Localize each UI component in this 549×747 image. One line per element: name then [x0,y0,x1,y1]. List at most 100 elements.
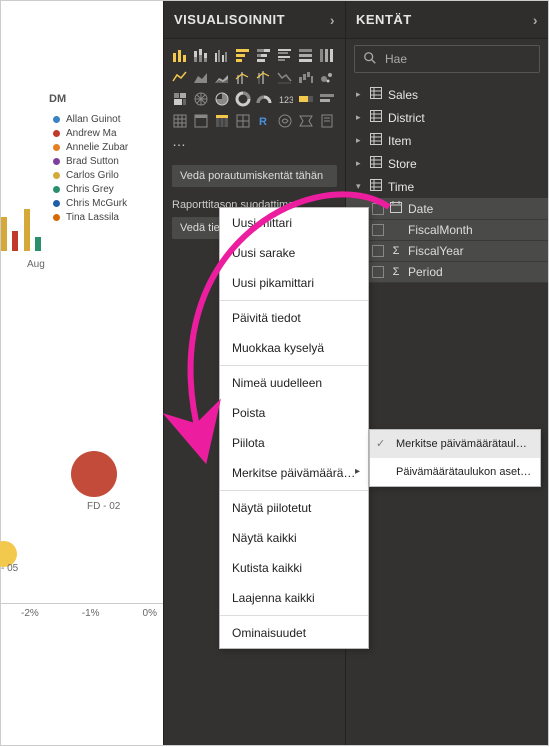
fields-field-row[interactable]: ΣPeriod [346,262,548,283]
legend-item[interactable]: Tina Lassila [53,212,128,223]
drill-fields-well[interactable]: Vedä porautumiskentät tähän [172,165,337,187]
context-menu-item[interactable]: Merkitse päivämäärä… [220,458,368,488]
visualization-type-icon[interactable] [212,111,231,131]
legend-color-dot [53,186,60,193]
fields-table-row[interactable]: ▾Time [346,175,548,198]
svg-text:123: 123 [279,95,293,105]
context-menu-item[interactable]: Poista [220,398,368,428]
legend-item[interactable]: Chris Grey [53,184,128,195]
visualization-type-icon[interactable] [275,67,294,87]
legend-color-dot [53,200,60,207]
legend-item[interactable]: Allan Guinot [53,114,128,125]
sigma-icon: Σ [390,245,402,257]
field-checkbox[interactable] [372,224,384,236]
context-menu-item[interactable]: Uusi mittari [220,208,368,238]
fields-table-row[interactable]: ▸Store [346,152,548,175]
fields-field-row[interactable]: Date [346,198,548,220]
context-menu-item[interactable]: Näytä kaikki [220,523,368,553]
fields-table-row[interactable]: ▸Sales [346,83,548,106]
context-menu-item[interactable]: Nimeä uudelleen [220,368,368,398]
visualization-type-icon[interactable] [191,45,210,65]
scatter-point-label: FD - 02 [87,501,120,512]
more-visuals-button[interactable]: … [164,131,345,153]
visualization-type-icon[interactable]: 123 [275,89,294,109]
visualization-type-icon[interactable] [170,89,189,109]
visualization-type-icon[interactable] [317,89,336,109]
menu-separator [220,300,368,301]
context-menu-item[interactable]: Muokkaa kyselyä [220,333,368,363]
visualization-type-icon[interactable] [317,111,336,131]
visualization-type-icon[interactable] [191,89,210,109]
visualization-type-icon[interactable] [191,111,210,131]
legend-color-dot [53,130,60,137]
legend-item[interactable]: Carlos Grilo [53,170,128,181]
legend-color-dot [53,116,60,123]
visualization-type-icon[interactable] [233,111,252,131]
scatter-point-large [71,451,117,497]
visualization-type-icon[interactable] [233,89,252,109]
visualization-type-icon[interactable] [254,89,273,109]
legend-item[interactable]: Annelie Zubar [53,142,128,153]
field-name: FiscalYear [408,244,464,258]
collapse-icon[interactable]: › [533,12,538,28]
legend-item[interactable]: Brad Sutton [53,156,128,167]
visualization-type-icon[interactable] [212,67,231,87]
visualization-type-icon[interactable] [212,45,231,65]
field-checkbox[interactable] [372,266,384,278]
mini-bar-chart [1,209,43,251]
legend-item[interactable]: Andrew Ma [53,128,128,139]
context-menu-item[interactable]: Ominaisuudet [220,618,368,648]
visualization-type-icon[interactable] [296,89,315,109]
fields-field-row[interactable]: Σ FiscalYear [346,241,548,262]
scatter-point-label-2: - 05 [1,563,18,574]
context-menu-item[interactable]: Uusi pikamittari [220,268,368,298]
visualization-type-icon[interactable] [212,89,231,109]
visualization-type-icon[interactable] [233,67,252,87]
fields-title: KENTÄT [356,12,412,27]
field-checkbox[interactable] [372,245,384,257]
fields-search[interactable]: Hae [354,45,540,73]
context-menu-item[interactable]: Päivitä tiedot [220,303,368,333]
visualizations-header[interactable]: VISUALISOINNIT › [164,1,345,39]
fields-field-row[interactable]: FiscalMonth [346,220,548,241]
submenu-item-label: Päivämäärätaulukon asetukset [396,466,540,478]
submenu-item-label: Merkitse päivämäärätaulukoksi [396,438,540,450]
visualization-type-icon[interactable] [170,67,189,87]
expand-caret-icon: ▸ [356,158,364,169]
visualization-type-icon[interactable] [296,45,315,65]
visualization-type-icon[interactable] [317,45,336,65]
visualization-type-icon[interactable] [170,111,189,131]
context-menu-item[interactable]: Kutista kaikki [220,553,368,583]
visualization-type-icon[interactable] [296,67,315,87]
legend-list: Allan Guinot Andrew Ma Annelie Zubar Brad S… [53,111,128,226]
fields-list: ▸Sales▸District▸Item▸Store▾TimeDateFisca… [346,79,548,287]
legend-color-dot [53,144,60,151]
fields-table-row[interactable]: ▸Item [346,129,548,152]
visualization-type-icon[interactable] [191,67,210,87]
fields-header[interactable]: KENTÄT › [346,1,548,39]
visualization-type-icon[interactable] [296,111,315,131]
field-checkbox[interactable] [372,203,384,215]
submenu-item[interactable]: Päivämäärätaulukon asetukset [370,458,540,486]
visualization-type-icon[interactable] [317,67,336,87]
fields-table-row[interactable]: ▸District [346,106,548,129]
visualization-type-icon[interactable] [170,45,189,65]
visualization-type-icon[interactable] [254,45,273,65]
visualization-type-icon[interactable] [275,111,294,131]
visualization-type-icon[interactable] [254,67,273,87]
submenu-item[interactable]: ✓Merkitse päivämäärätaulukoksi [370,430,540,458]
legend-item-label: Chris Grey [66,184,114,195]
visualization-type-icon[interactable] [233,45,252,65]
mark-as-date-submenu[interactable]: ✓Merkitse päivämäärätaulukoksi Päivämäärä… [369,429,541,487]
collapse-icon[interactable]: › [330,12,335,28]
context-menu-item[interactable]: Näytä piilotetut [220,493,368,523]
table-context-menu[interactable]: Uusi mittariUusi sarakeUusi pikamittari P… [219,207,369,649]
context-menu-item[interactable]: Piilota [220,428,368,458]
axis-tick: -1% [82,608,100,619]
context-menu-item[interactable]: Uusi sarake [220,238,368,268]
visualization-type-icon[interactable]: R [254,111,273,131]
context-menu-item[interactable]: Laajenna kaikki [220,583,368,613]
legend-item[interactable]: Chris McGurk [53,198,128,209]
visualization-type-icon[interactable] [275,45,294,65]
table-icon [370,133,382,148]
